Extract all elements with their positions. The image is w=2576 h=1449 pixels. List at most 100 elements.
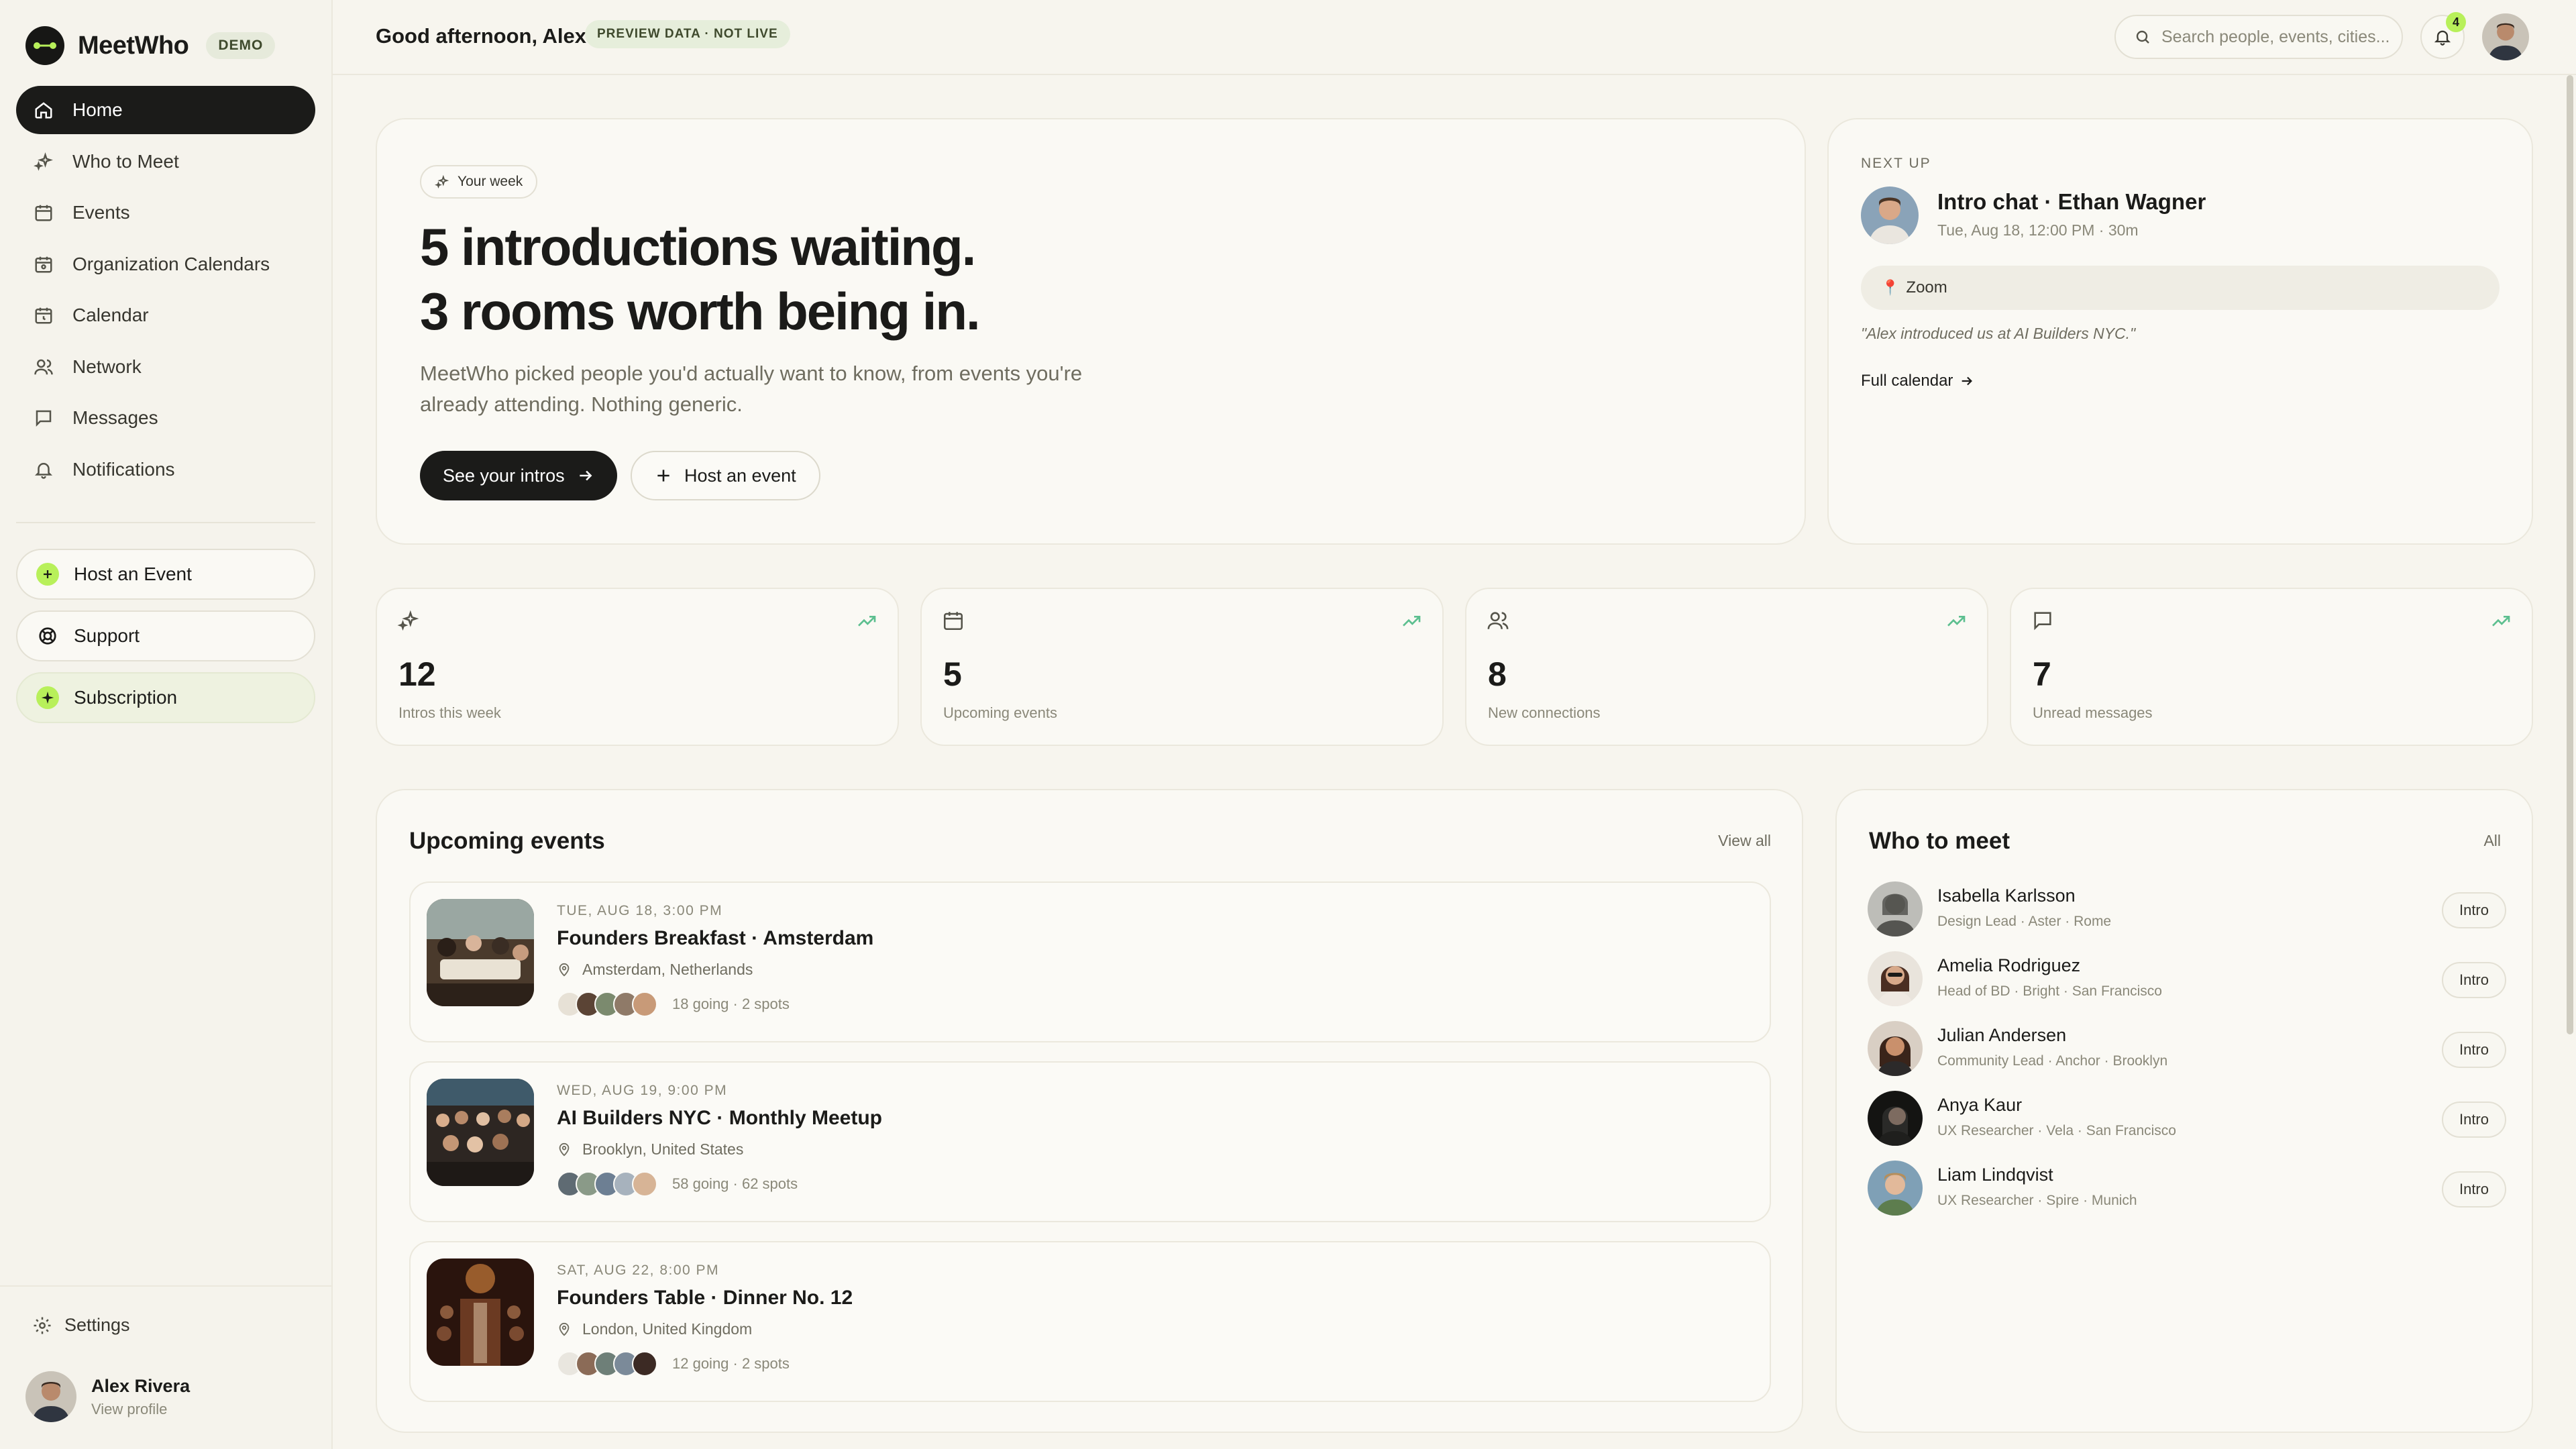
section-title: Upcoming events: [409, 828, 605, 854]
list-item[interactable]: Amelia Rodriguez Head of BD · Bright · S…: [1868, 949, 2506, 1009]
sidebar-item-label: Home: [72, 99, 123, 120]
view-profile-link[interactable]: View profile: [91, 1401, 190, 1418]
full-calendar-link[interactable]: Full calendar: [1861, 372, 1974, 390]
avatar: [1868, 1091, 1923, 1146]
intro-quote: "Alex introduced us at AI Builders NYC.": [1861, 325, 2136, 342]
list-item[interactable]: Julian Andersen Community Lead · Anchor …: [1868, 1018, 2506, 1079]
subscription-button[interactable]: Subscription: [16, 672, 315, 723]
sidebar-item-calendar[interactable]: Calendar: [16, 291, 315, 339]
attendance-count: 58 going · 62 spots: [672, 1175, 798, 1192]
host-event-label: Host an Event: [74, 564, 192, 584]
chip-label: Your week: [458, 174, 523, 189]
person-role: Design Lead · Aster · Rome: [1937, 914, 2112, 929]
event-date: TUE, AUG 18, 3:00 PM: [557, 903, 723, 918]
intro-button[interactable]: Intro: [2441, 892, 2506, 928]
top-bar: Good afternoon, Alex PREVIEW DATA · NOT …: [333, 0, 2576, 75]
plus-icon: [36, 563, 59, 586]
home-icon: [35, 102, 52, 119]
attendance-count: 12 going · 2 spots: [672, 1355, 790, 1372]
sidebar-item-network[interactable]: Network: [16, 343, 315, 391]
brand-name: MeetWho: [78, 31, 189, 60]
users-icon: [34, 359, 53, 374]
person-name: Julian Andersen: [1937, 1025, 2067, 1045]
event-date: SAT, AUG 22, 8:00 PM: [557, 1263, 720, 1278]
event-image: [427, 1079, 534, 1186]
list-item[interactable]: Anya Kaur UX Researcher · Vela · San Fra…: [1868, 1088, 2506, 1148]
settings-link[interactable]: Settings: [32, 1315, 130, 1336]
sidebar-item-notifications[interactable]: Notifications: [16, 445, 315, 494]
view-all-link[interactable]: View all: [1718, 832, 1771, 850]
stat-card-messages[interactable]: 7 Unread messages: [2010, 588, 2533, 746]
hero-title: 5 introductions waiting. 3 rooms worth b…: [420, 215, 981, 343]
calendar-icon: [943, 612, 963, 631]
person-name: Isabella Karlsson: [1937, 885, 2076, 906]
profile[interactable]: Alex Rivera View profile: [25, 1371, 190, 1422]
sidebar-item-organization-calendars[interactable]: Organization Calendars: [16, 240, 315, 288]
stat-card-connections[interactable]: 8 New connections: [1465, 588, 1988, 746]
intro-button[interactable]: Intro: [2441, 1171, 2506, 1208]
event-location: Brooklyn, United States: [557, 1140, 743, 1159]
search-input[interactable]: [2161, 27, 2390, 47]
upcoming-events-card: Upcoming events View all TUE, AUG 18, 3:…: [376, 789, 1803, 1433]
stat-card-intros[interactable]: 12 Intros this week: [376, 588, 899, 746]
event-location-label: London, United Kingdom: [582, 1320, 753, 1338]
sparkle-icon: [397, 610, 419, 631]
message-icon: [36, 410, 52, 427]
brand[interactable]: MeetWho DEMO: [25, 25, 276, 66]
sidebar-item-label: Organization Calendars: [72, 253, 270, 274]
sidebar-item-label: Who to Meet: [72, 150, 179, 172]
location-pin-icon: [559, 1322, 570, 1336]
next-up-card: NEXT UP Intro chat · Ethan Wagner Tue, A…: [1827, 118, 2533, 545]
link-label: Full calendar: [1861, 372, 1953, 390]
event-card[interactable]: TUE, AUG 18, 3:00 PM Founders Breakfast …: [409, 881, 1771, 1042]
plus-icon: [657, 470, 669, 482]
users-icon: [1487, 612, 1509, 629]
see-intros-button[interactable]: See your intros: [420, 451, 617, 500]
sidebar-item-home[interactable]: Home: [16, 86, 315, 134]
sidebar-item-who-to-meet[interactable]: Who to Meet: [16, 138, 315, 186]
list-item[interactable]: Isabella Karlsson Design Lead · Aster · …: [1868, 879, 2506, 939]
person-name: Amelia Rodriguez: [1937, 955, 2081, 975]
user-avatar[interactable]: [2482, 13, 2529, 60]
person-role: Head of BD · Bright · San Francisco: [1937, 983, 2162, 999]
sparkle-icon: [435, 174, 449, 189]
stat-label: Intros this week: [398, 704, 501, 721]
hero-title-line: 3 rooms worth being in.: [420, 282, 981, 341]
next-up-time: Tue, Aug 18, 12:00 PM · 30m: [1937, 221, 2139, 239]
intro-button[interactable]: Intro: [2441, 962, 2506, 998]
host-an-event-button[interactable]: Host an event: [631, 451, 820, 500]
host-event-button[interactable]: Host an Event: [16, 549, 315, 600]
event-card[interactable]: SAT, AUG 22, 8:00 PM Founders Table · Di…: [409, 1241, 1771, 1402]
list-item[interactable]: Liam Lindqvist UX Researcher · Spire · M…: [1868, 1158, 2506, 1218]
demo-badge: DEMO: [206, 32, 276, 59]
section-title: Who to meet: [1869, 828, 2010, 854]
sidebar-item-label: Events: [72, 202, 130, 223]
intro-button[interactable]: Intro: [2441, 1102, 2506, 1138]
intro-button[interactable]: Intro: [2441, 1032, 2506, 1068]
gear-icon: [34, 1317, 51, 1334]
support-button[interactable]: Support: [16, 610, 315, 661]
event-image: [427, 899, 534, 1006]
event-title: Founders Table · Dinner No. 12: [557, 1287, 853, 1309]
scrollbar[interactable]: [2567, 75, 2573, 1034]
avatar: [1868, 1021, 1923, 1076]
avatar: [632, 1171, 657, 1197]
stat-value: 8: [1488, 655, 1507, 693]
sidebar-item-events[interactable]: Events: [16, 189, 315, 237]
sidebar-item-messages[interactable]: Messages: [16, 394, 315, 442]
person-name: Anya Kaur: [1937, 1095, 2023, 1115]
see-all-link[interactable]: All: [2483, 832, 2501, 850]
sidebar-item-label: Notifications: [72, 458, 175, 480]
stat-card-events[interactable]: 5 Upcoming events: [920, 588, 1444, 746]
event-card[interactable]: WED, AUG 19, 9:00 PM AI Builders NYC · M…: [409, 1061, 1771, 1222]
button-label: Host an event: [684, 465, 796, 486]
attendee-list: 12 going · 2 spots: [557, 1351, 790, 1377]
notification-count: 4: [2446, 12, 2466, 32]
arrow-right-icon: [579, 470, 592, 481]
your-week-chip: Your week: [420, 165, 538, 199]
notifications-button[interactable]: 4: [2420, 12, 2466, 59]
stat-label: Unread messages: [2033, 704, 2153, 721]
attendance-count: 18 going · 2 spots: [672, 996, 790, 1012]
search-box[interactable]: [2114, 15, 2403, 59]
avatar: [25, 1371, 76, 1422]
